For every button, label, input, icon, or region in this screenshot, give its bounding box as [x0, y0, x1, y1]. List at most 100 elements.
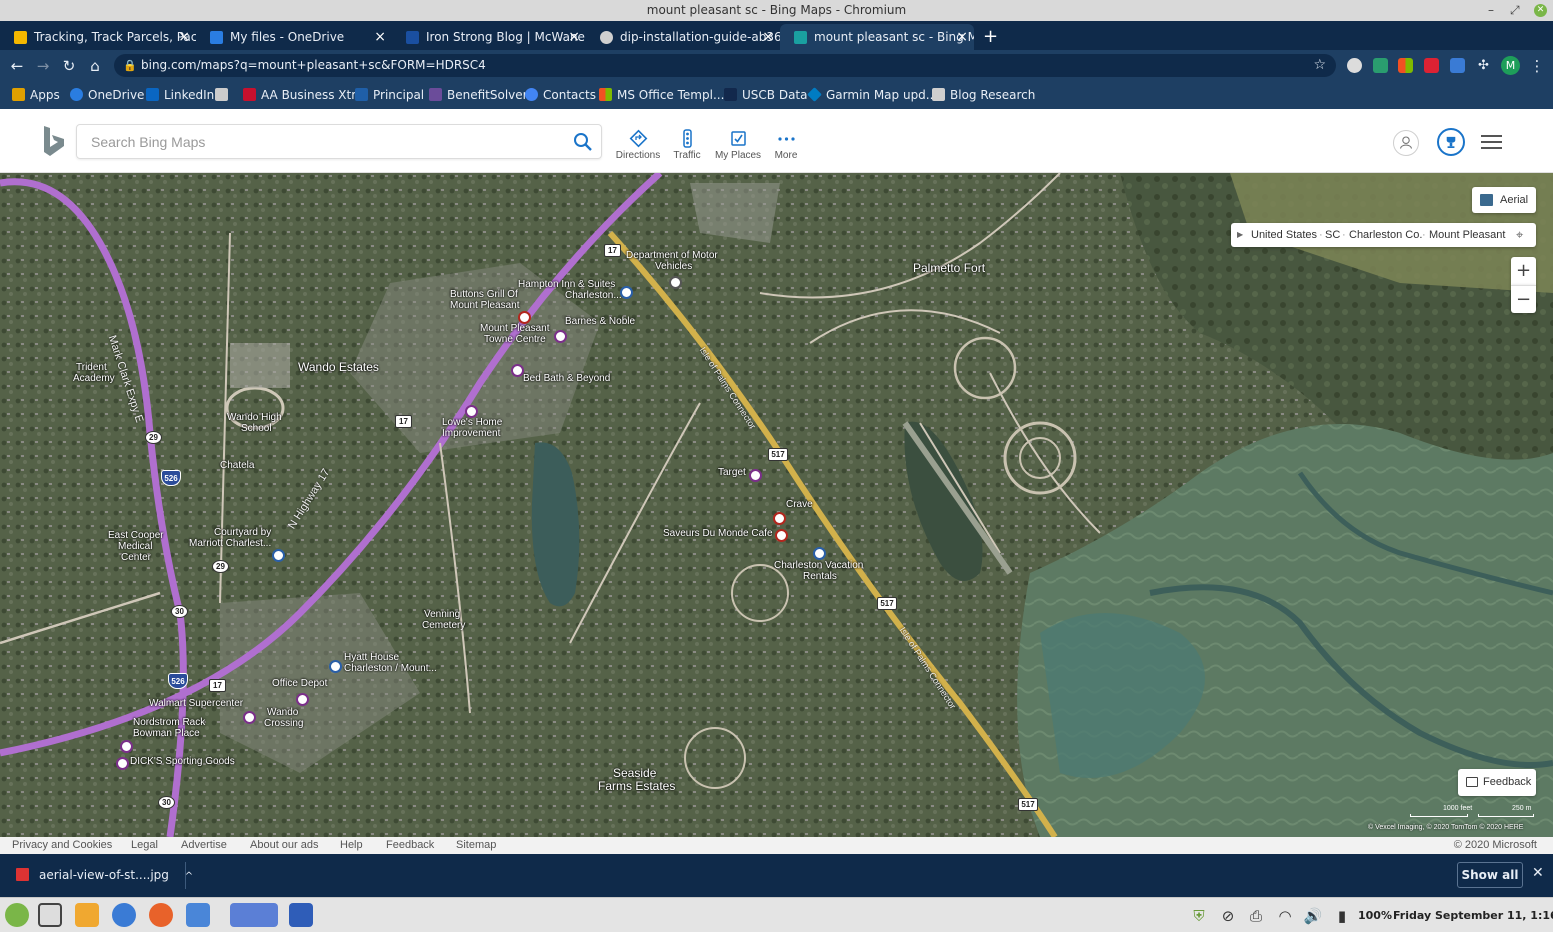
bookmark-ms-office[interactable]: MS Office Templ... — [599, 81, 724, 109]
zoom-in-button[interactable]: + — [1511, 257, 1536, 285]
breadcrumb-city[interactable]: Mount Pleasant — [1429, 223, 1505, 247]
reload-icon[interactable]: ↻ — [58, 55, 80, 77]
tab-close-icon[interactable]: × — [568, 24, 580, 50]
battery-icon[interactable]: ▮ — [1332, 906, 1352, 926]
mint-menu-icon[interactable] — [5, 903, 29, 927]
map-label-cvr-line2[interactable]: Rentals — [803, 571, 837, 582]
map-label-buttons-line2[interactable]: Mount Pleasant — [450, 300, 520, 311]
more-button[interactable]: More — [758, 129, 814, 161]
map-label-trident-line2[interactable]: Academy — [73, 373, 115, 384]
back-icon[interactable]: ← — [6, 55, 28, 77]
map-label-crave[interactable]: Crave — [786, 499, 813, 510]
block-icon[interactable]: ⊘ — [1218, 906, 1238, 926]
restore-icon[interactable]: ⤢ — [1510, 0, 1520, 21]
map-canvas[interactable]: Palmetto Fort Wando Estates Seaside Farm… — [0, 173, 1553, 837]
footer-link-feedback[interactable]: Feedback — [386, 837, 434, 854]
map-label-dmv-line2[interactable]: Vehicles — [655, 261, 692, 272]
extensions-puzzle-icon[interactable]: ✣ — [1476, 58, 1491, 73]
wifi-icon[interactable]: ◠ — [1275, 906, 1295, 926]
shopping-pin-icon[interactable] — [116, 757, 129, 770]
map-label-wando-high-line2[interactable]: School — [241, 423, 272, 434]
printer-icon[interactable]: ⎙ — [1246, 906, 1266, 926]
footer-link-privacy[interactable]: Privacy and Cookies — [12, 837, 112, 854]
map-label-venning-line2[interactable]: Cemetery — [422, 620, 465, 631]
search-icon[interactable] — [571, 130, 595, 154]
shopping-pin-icon[interactable] — [296, 693, 309, 706]
map-label-hyatt-line2[interactable]: Charleston / Mount... — [344, 663, 437, 674]
map-label-towne-line2[interactable]: Towne Centre — [484, 334, 546, 345]
shopping-pin-icon[interactable] — [465, 405, 478, 418]
bookmark-blog-research[interactable]: Blog Research — [932, 81, 1035, 109]
map-label-wando-high[interactable]: Wando High — [227, 412, 282, 423]
browser-menu-icon[interactable]: ⋮ — [1526, 55, 1548, 77]
chromium-icon[interactable] — [112, 903, 136, 927]
zoom-out-button[interactable]: − — [1511, 285, 1536, 313]
breadcrumb-county[interactable]: Charleston Co. — [1349, 223, 1422, 247]
rewards-trophy-icon[interactable] — [1437, 128, 1465, 156]
tab-close-icon[interactable]: × — [178, 24, 190, 50]
clock[interactable]: Friday September 11, 1:16 PM — [1393, 898, 1553, 933]
mail-icon[interactable] — [75, 903, 99, 927]
hotel-pin-icon[interactable] — [329, 660, 342, 673]
hotel-pin-icon[interactable] — [272, 549, 285, 562]
map-label-east-cooper[interactable]: East Cooper — [108, 530, 164, 541]
map-label-barnes[interactable]: Barnes & Noble — [565, 316, 635, 327]
traffic-button[interactable]: Traffic — [659, 129, 715, 161]
map-label-east-cooper-line3[interactable]: Center — [121, 552, 151, 563]
map-label-bedbath[interactable]: Bed Bath & Beyond — [523, 373, 610, 384]
lock-icon[interactable]: 🔒 — [123, 54, 137, 77]
map-label-lowes[interactable]: Lowe's Home — [442, 417, 502, 428]
tab-bing-maps[interactable]: mount pleasant sc - Bing Map × — [780, 24, 974, 50]
taskbar-window-chromium[interactable] — [230, 903, 278, 927]
show-all-button[interactable]: Show all — [1457, 862, 1523, 888]
tab-close-icon[interactable]: × — [374, 24, 386, 50]
aerial-imagery[interactable] — [0, 173, 1553, 837]
profile-avatar[interactable]: M — [1501, 56, 1520, 75]
download-item[interactable]: aerial-view-of-st....jpg ^ — [14, 864, 193, 886]
expand-caret-icon[interactable]: ▶ — [1237, 223, 1243, 247]
taskbar-window-2[interactable] — [289, 903, 313, 927]
restaurant-pin-icon[interactable] — [773, 512, 786, 525]
home-icon[interactable]: ⌂ — [84, 55, 106, 77]
shopping-pin-icon[interactable] — [554, 330, 567, 343]
shopping-pin-icon[interactable] — [749, 469, 762, 482]
forward-icon[interactable]: → — [32, 55, 54, 77]
map-style-aerial-button[interactable]: Aerial — [1472, 187, 1536, 213]
new-tab-icon[interactable]: + — [983, 24, 998, 50]
dmv-pin-icon[interactable] — [669, 276, 682, 289]
hotel-pin-icon[interactable] — [620, 286, 633, 299]
firefox-icon[interactable] — [149, 903, 173, 927]
bookmark-contacts[interactable]: Contacts — [525, 81, 596, 109]
footer-link-legal[interactable]: Legal — [131, 837, 158, 854]
office-extension-icon[interactable] — [1398, 58, 1413, 73]
breadcrumb-country[interactable]: United States — [1251, 223, 1317, 247]
map-label-east-cooper-line2[interactable]: Medical — [118, 541, 152, 552]
bookmark-uscb[interactable]: USCB Data — [724, 81, 807, 109]
map-label-nordstrom[interactable]: Nordstrom Rack — [133, 717, 205, 728]
bing-logo-icon[interactable] — [42, 125, 66, 157]
files-folder-icon[interactable] — [186, 903, 210, 927]
bookmark-benefitsolver[interactable]: BenefitSolver — [429, 81, 528, 109]
hamburger-menu-icon[interactable] — [1481, 134, 1502, 150]
volume-icon[interactable]: 🔊 — [1303, 906, 1323, 926]
shopping-pin-icon[interactable] — [120, 740, 133, 753]
bookmark-apps[interactable]: Apps — [12, 81, 60, 109]
footer-link-advertise[interactable]: Advertise — [181, 837, 227, 854]
close-window-icon[interactable]: ✕ — [1534, 4, 1547, 17]
bookmark-linkedin[interactable]: LinkedIn — [146, 81, 214, 109]
map-label-wando-estates[interactable]: Wando Estates — [298, 361, 379, 373]
search-box[interactable] — [76, 124, 602, 159]
locate-me-icon[interactable]: ⌖ — [1516, 223, 1523, 247]
chevron-up-icon[interactable]: ^ — [185, 871, 193, 882]
bookmark-aa-business[interactable]: AA Business Xtra — [243, 81, 364, 109]
map-label-office-depot[interactable]: Office Depot — [272, 678, 327, 689]
shield-check-icon[interactable]: ⛨ — [1189, 906, 1209, 926]
extension-5-icon[interactable] — [1450, 58, 1465, 73]
map-label-wando-crossing-line2[interactable]: Crossing — [264, 718, 303, 729]
map-label-saveurs[interactable]: Saveurs Du Monde Cafe — [663, 528, 773, 539]
extension-1-icon[interactable] — [1347, 58, 1362, 73]
extension-4-icon[interactable] — [1424, 58, 1439, 73]
restaurant-pin-icon[interactable] — [518, 311, 531, 324]
map-label-dicks[interactable]: DICK'S Sporting Goods — [130, 756, 235, 767]
map-label-walmart[interactable]: Walmart Supercenter — [149, 698, 243, 709]
